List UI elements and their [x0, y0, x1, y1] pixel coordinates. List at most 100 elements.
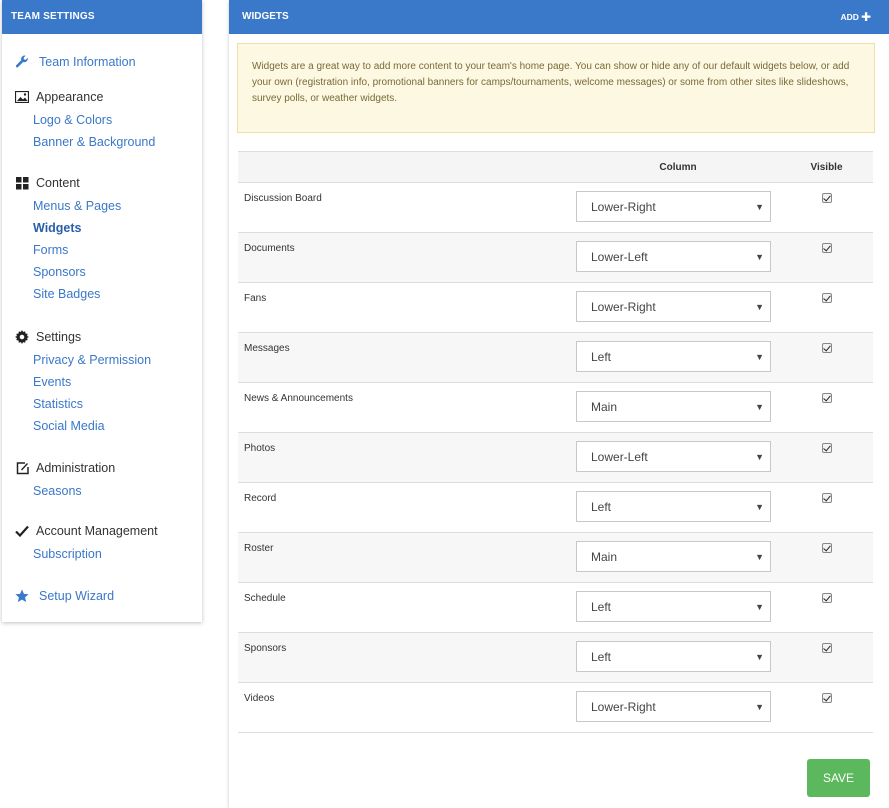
visible-checkbox[interactable] — [821, 693, 832, 703]
column-select-value: Lower-Right — [591, 299, 656, 314]
nav-group-administration: Administration Seasons — [2, 459, 202, 502]
sidebar-item-social-media[interactable]: Social Media — [2, 415, 202, 437]
widget-column-cell: Main ▼ — [576, 382, 780, 433]
column-select[interactable]: Lower-Left ▼ — [576, 241, 771, 272]
add-label: ADD — [840, 12, 859, 22]
column-select-value: Main — [591, 549, 618, 564]
sidebar-item-privacy-permission[interactable]: Privacy & Permission — [2, 349, 202, 371]
nav-group-account-management: Account Management Subscription — [2, 522, 202, 565]
sidebar-item-label: Setup Wizard — [39, 589, 115, 603]
column-select[interactable]: Lower-Right ▼ — [576, 291, 771, 322]
visible-checkbox[interactable] — [821, 643, 832, 653]
caret-down-icon: ▼ — [755, 651, 764, 662]
visible-checkbox[interactable] — [821, 493, 832, 503]
sidebar-section-settings: Settings — [2, 328, 202, 346]
section-label: Appearance — [36, 90, 104, 104]
column-select[interactable]: Main ▼ — [576, 391, 771, 422]
sidebar-item-logo-colors[interactable]: Logo & Colors — [2, 109, 202, 131]
widget-visible-cell — [780, 382, 873, 433]
widget-name: Messages — [238, 332, 576, 383]
widget-column-cell: Left ▼ — [576, 632, 780, 683]
image-icon — [14, 89, 30, 105]
caret-down-icon: ▼ — [755, 501, 764, 512]
visible-checkbox[interactable] — [821, 293, 832, 303]
column-select[interactable]: Main ▼ — [576, 541, 771, 572]
section-label: Administration — [36, 461, 116, 475]
visible-checkbox[interactable] — [821, 443, 832, 453]
widget-column-cell: Lower-Right ▼ — [576, 182, 780, 233]
widget-name: Discussion Board — [238, 182, 576, 233]
column-select[interactable]: Lower-Left ▼ — [576, 441, 771, 472]
star-icon — [14, 588, 30, 604]
visible-checkbox[interactable] — [821, 343, 832, 353]
visible-checkbox[interactable] — [821, 543, 832, 553]
column-select[interactable]: Left ▼ — [576, 491, 771, 522]
wrench-icon — [14, 54, 30, 70]
sidebar-item-events[interactable]: Events — [2, 371, 202, 393]
sidebar-item-widgets[interactable]: Widgets — [2, 217, 202, 239]
column-select[interactable]: Left ▼ — [576, 341, 771, 372]
visible-checkbox[interactable] — [821, 243, 832, 253]
header-column: Column — [576, 151, 780, 183]
widget-visible-cell — [780, 632, 873, 683]
widget-name: Schedule — [238, 582, 576, 633]
column-select[interactable]: Lower-Right ▼ — [576, 691, 771, 722]
widget-column-cell: Lower-Left ▼ — [576, 432, 780, 483]
team-settings-sidebar: TEAM SETTINGS Team Information Appearanc… — [2, 0, 202, 622]
widget-name: Roster — [238, 532, 576, 583]
sidebar-item-team-information[interactable]: Team Information — [2, 53, 202, 71]
sidebar-item-site-badges[interactable]: Site Badges — [2, 283, 202, 305]
widget-visible-cell — [780, 282, 873, 333]
sidebar-item-seasons[interactable]: Seasons — [2, 480, 202, 502]
widget-name: Sponsors — [238, 632, 576, 683]
sidebar-item-statistics[interactable]: Statistics — [2, 393, 202, 415]
sidebar-section-account-management: Account Management — [2, 522, 202, 540]
widget-visible-cell — [780, 232, 873, 283]
check-icon — [14, 523, 30, 539]
sidebar-item-forms[interactable]: Forms — [2, 239, 202, 261]
save-button[interactable]: SAVE — [807, 759, 870, 797]
widgets-panel: WIDGETS ADD ✚ Widgets are a great way to… — [229, 0, 889, 808]
plus-icon: ✚ — [860, 10, 871, 24]
widget-visible-cell — [780, 182, 873, 233]
column-select-value: Left — [591, 649, 612, 664]
sidebar-item-menus-pages[interactable]: Menus & Pages — [2, 195, 202, 217]
column-select-value: Lower-Left — [591, 249, 648, 264]
sidebar-item-banner-background[interactable]: Banner & Background — [2, 131, 202, 153]
table-header-row: Column Visible — [238, 151, 873, 183]
table-row: Record Left ▼ — [238, 482, 873, 533]
widgets-table: Column Visible Discussion Board Lower-Rig… — [238, 151, 873, 733]
visible-checkbox[interactable] — [821, 193, 832, 203]
widget-rows: Discussion Board Lower-Right ▼ Documents Low… — [238, 182, 873, 733]
column-select[interactable]: Lower-Right ▼ — [576, 191, 771, 222]
column-select[interactable]: Left ▼ — [576, 591, 771, 622]
caret-down-icon: ▼ — [755, 201, 764, 212]
nav-group-team-information: Team Information — [2, 53, 202, 71]
table-row: News & Announcements Main ▼ — [238, 382, 873, 433]
visible-checkbox[interactable] — [821, 593, 832, 603]
table-row: Fans Lower-Right ▼ — [238, 282, 873, 333]
add-widget-button[interactable]: ADD ✚ — [841, 0, 871, 34]
widget-visible-cell — [780, 682, 873, 733]
table-row: Schedule Left ▼ — [238, 582, 873, 633]
table-row: Photos Lower-Left ▼ — [238, 432, 873, 483]
caret-down-icon: ▼ — [755, 351, 764, 362]
sidebar-item-subscription[interactable]: Subscription — [2, 543, 202, 565]
sidebar-item-sponsors[interactable]: Sponsors — [2, 261, 202, 283]
table-row: Messages Left ▼ — [238, 332, 873, 383]
widgets-info-box: Widgets are a great way to add more cont… — [237, 43, 875, 133]
header-name — [238, 151, 576, 183]
widget-visible-cell — [780, 432, 873, 483]
column-select[interactable]: Left ▼ — [576, 641, 771, 672]
visible-checkbox[interactable] — [821, 393, 832, 403]
caret-down-icon: ▼ — [755, 401, 764, 412]
widget-visible-cell — [780, 532, 873, 583]
widget-visible-cell — [780, 332, 873, 383]
caret-down-icon: ▼ — [755, 551, 764, 562]
sidebar-item-setup-wizard[interactable]: Setup Wizard — [2, 587, 202, 605]
widget-column-cell: Left ▼ — [576, 332, 780, 383]
page-title: WIDGETS — [242, 11, 289, 22]
gear-icon — [14, 329, 30, 345]
widget-column-cell: Lower-Left ▼ — [576, 232, 780, 283]
column-select-value: Lower-Right — [591, 199, 656, 214]
